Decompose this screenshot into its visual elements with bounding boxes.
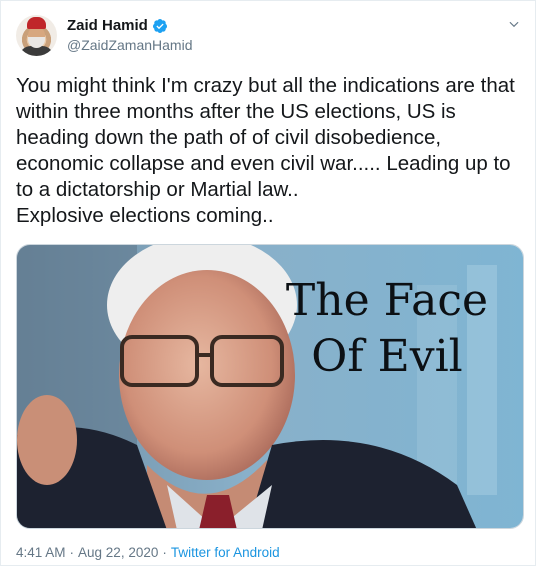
author-display-name[interactable]: Zaid Hamid	[67, 17, 148, 34]
tweet-text-line: within three months after the US electio…	[16, 100, 456, 123]
meta-separator: ·	[162, 545, 167, 560]
tweet-date[interactable]: Aug 22, 2020	[78, 545, 158, 560]
avatar[interactable]	[16, 15, 57, 56]
author-name-row: Zaid Hamid	[67, 17, 168, 34]
meta-separator: ·	[69, 545, 75, 560]
tweet-meta: 4:41 AM · Aug 22, 2020 · Twitter for And…	[16, 545, 280, 560]
tweet-text-line: heading down the path of of civil disobe…	[16, 126, 442, 149]
tweet-text-line: economic collapse and even civil war....…	[16, 152, 511, 175]
tweet-text: You might think I'm crazy but all the in…	[16, 73, 526, 229]
media-caption: The Face Of Evil	[271, 273, 503, 385]
chevron-down-icon[interactable]	[507, 17, 521, 31]
tweet-text-line: to a dictatorship or Martial law..	[16, 178, 299, 201]
tweet-text-line: You might think I'm crazy but all the in…	[16, 74, 515, 97]
verified-badge-icon	[152, 18, 167, 33]
media-caption-line: Of Evil	[311, 331, 463, 382]
media-caption-line: The Face	[285, 275, 489, 326]
tweet-source-link[interactable]: Twitter for Android	[171, 545, 280, 560]
tweet-media-image[interactable]: The Face Of Evil	[16, 244, 524, 529]
tweet-card: Zaid Hamid @ZaidZamanHamid You might thi…	[0, 0, 536, 566]
tweet-time[interactable]: 4:41 AM	[16, 545, 66, 560]
author-handle[interactable]: @ZaidZamanHamid	[67, 37, 192, 53]
tweet-text-line: Explosive elections coming..	[16, 204, 274, 227]
avatar-cap	[27, 17, 46, 29]
